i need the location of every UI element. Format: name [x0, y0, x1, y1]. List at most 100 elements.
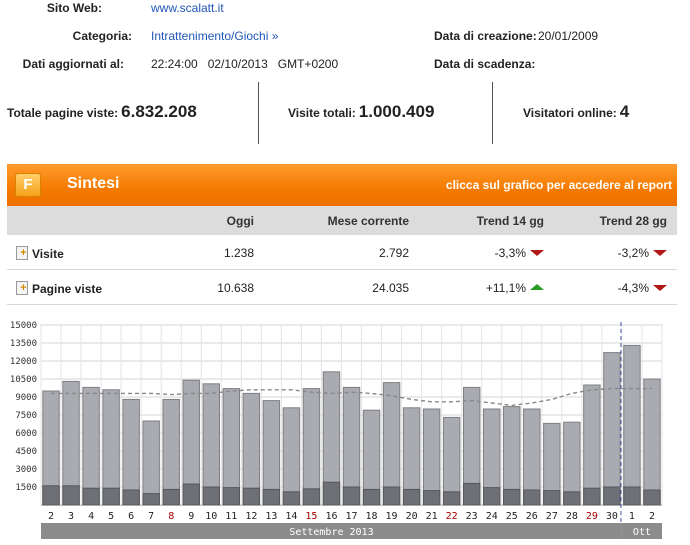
bar-visits	[603, 486, 621, 506]
col-header-mese: Mese corrente	[327, 214, 409, 228]
creazione-label: Data di creazione:	[434, 29, 537, 43]
bar-visits	[422, 490, 441, 506]
bar-visits	[643, 489, 661, 506]
bar-visits	[282, 491, 301, 506]
cell-trend14: -3,3%	[495, 246, 544, 260]
sintesi-panel-header: F Sintesi clicca sul grafico per acceder…	[7, 164, 677, 206]
x-tick-label: 20	[406, 511, 418, 522]
totale-pagine-value: 6.832.208	[121, 102, 197, 121]
table-row[interactable]: Pagine viste 10.638 24.035 +11,1% -4,3%	[7, 270, 677, 305]
bar-visits	[362, 488, 381, 506]
bar-visits	[42, 485, 60, 506]
x-tick-label: 11	[225, 511, 237, 522]
x-tick-label: 5	[108, 511, 114, 522]
visits-bar-chart[interactable]: 1500 3000 4500 6000 7500 9000 10500 12000 13500 1…	[0, 316, 690, 545]
bar-visits	[563, 491, 581, 506]
add-document-icon	[16, 246, 28, 260]
y-tick-label: 3000	[15, 465, 37, 475]
x-tick-label: 28	[566, 511, 578, 522]
x-tick-label: 18	[366, 511, 378, 522]
y-tick-label: 1500	[15, 483, 37, 493]
trend-up-icon	[530, 284, 544, 290]
y-tick-label: 15000	[10, 321, 37, 331]
x-tick-label: 30	[606, 511, 618, 522]
cell-trend28: -4,3%	[618, 281, 667, 295]
y-tick-label: 13500	[10, 339, 37, 349]
cell-trend28: -3,2%	[618, 246, 667, 260]
visite-totali: Visite totali: 1.000.409	[288, 102, 434, 122]
x-tick-label: 8	[168, 511, 174, 522]
bar-visits	[182, 483, 200, 506]
y-tick-label: 4500	[15, 447, 37, 457]
col-header-trend14: Trend 14 gg	[476, 214, 544, 228]
month-label: Settembre 2013	[289, 527, 373, 538]
summary-table: Oggi Mese corrente Trend 14 gg Trend 28 …	[7, 206, 677, 305]
visitatori-online-value: 4	[619, 102, 630, 121]
cell-oggi: 10.638	[217, 281, 254, 295]
col-header-trend28: Trend 28 gg	[599, 214, 667, 228]
x-tick-label: 12	[245, 511, 257, 522]
creazione-value: 20/01/2009	[538, 29, 599, 43]
x-tick-label: 14	[285, 511, 297, 522]
bar-visits	[162, 488, 180, 506]
add-document-icon	[16, 281, 28, 295]
x-tick-label: 13	[265, 511, 277, 522]
bar-visits	[503, 488, 521, 506]
trend-down-icon	[530, 250, 544, 256]
x-tick-label: 10	[205, 511, 217, 522]
trend-down-icon	[653, 250, 667, 256]
totale-pagine-label: Totale pagine viste:	[7, 106, 119, 120]
categoria-label: Categoria:	[72, 29, 132, 43]
bar-pageviews	[82, 386, 100, 506]
divider	[258, 82, 259, 144]
scadenza-label: Data di scadenza:	[434, 57, 536, 71]
bar-visits	[583, 487, 601, 506]
bar-pageviews	[603, 352, 621, 506]
bar-pageviews	[583, 384, 601, 506]
cell-mese: 24.035	[372, 281, 409, 295]
y-tick-label: 12000	[10, 357, 37, 367]
bar-visits	[402, 488, 421, 506]
bar-visits	[302, 488, 321, 506]
bar-visits	[222, 487, 241, 506]
bar-visits	[82, 487, 100, 506]
table-row[interactable]: Visite 1.238 2.792 -3,3% -3,2%	[7, 235, 677, 270]
sito-web-link[interactable]: www.scalatt.it	[151, 1, 224, 15]
visitatori-online: Visitatori online: 4	[523, 102, 629, 122]
bar-visits	[322, 481, 341, 506]
bar-visits	[543, 490, 561, 506]
bar-visits	[462, 482, 481, 506]
bar-pageviews	[643, 378, 661, 506]
x-tick-label: 21	[426, 511, 438, 522]
x-tick-label: 17	[345, 511, 357, 522]
visite-totali-label: Visite totali:	[288, 106, 356, 120]
y-tick-label: 10500	[10, 375, 37, 385]
x-tick-label: 23	[466, 511, 478, 522]
aggiornati-value: 22:24:00 02/10/2013 GMT+0200	[151, 57, 339, 71]
x-tick-label: 3	[68, 511, 74, 522]
x-tick-label: 2	[649, 511, 655, 522]
bar-visits	[442, 491, 461, 506]
aggiornati-label: Dati aggiornati al:	[22, 57, 124, 71]
visite-totali-value: 1.000.409	[358, 102, 435, 121]
x-tick-label: 1	[629, 511, 635, 522]
bar-pageviews	[282, 407, 301, 506]
bar-visits	[523, 489, 541, 506]
cell-mese: 2.792	[378, 246, 409, 260]
visitatori-online-label: Visitatori online:	[523, 106, 617, 120]
app-logo-icon: F	[15, 173, 41, 197]
x-tick-label: 22	[446, 511, 458, 522]
categoria-link[interactable]: Intrattenimento/Giochi »	[151, 29, 278, 43]
col-header-oggi: Oggi	[226, 214, 254, 228]
bar-pageviews	[142, 420, 160, 506]
y-tick-label: 6000	[15, 429, 37, 439]
bar-visits	[142, 493, 160, 506]
bar-visits	[202, 486, 220, 506]
trend-down-icon	[653, 285, 667, 291]
table-header: Oggi Mese corrente Trend 14 gg Trend 28 …	[7, 206, 677, 235]
bar-pageviews	[623, 344, 641, 506]
bar-visits	[242, 487, 261, 506]
x-tick-label: 15	[305, 511, 317, 522]
y-tick-label: 7500	[15, 411, 37, 421]
report-link[interactable]: clicca sul grafico per accedere al repor…	[446, 178, 672, 192]
